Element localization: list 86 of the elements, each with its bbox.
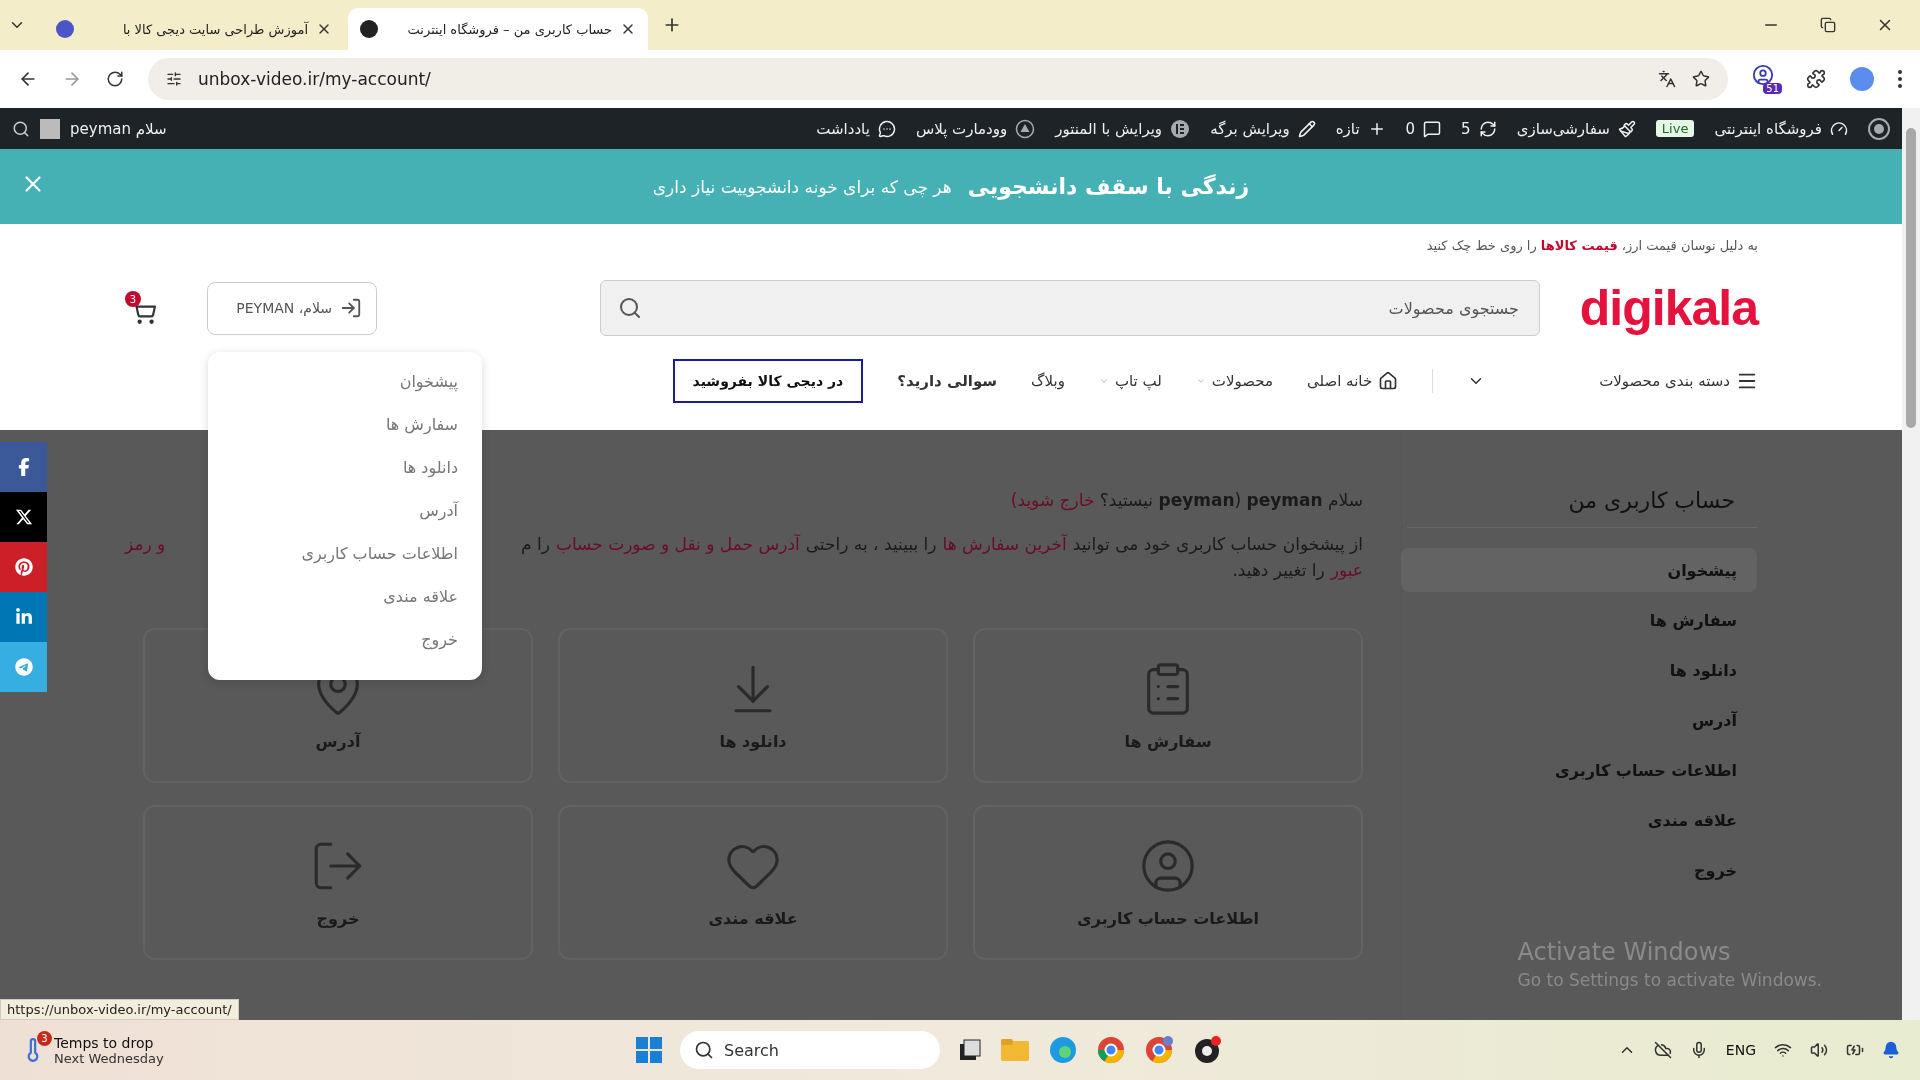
nav-link[interactable]: سوالی دارید؟	[897, 372, 998, 390]
chevron-icon	[1195, 376, 1206, 386]
sidebar-title: حساب کاربری من	[1407, 488, 1757, 528]
dashboard-icon	[1830, 119, 1848, 138]
sell-button[interactable]: در دیجی کالا بفروشید	[672, 359, 864, 403]
language-indicator[interactable]: ENG	[1725, 1042, 1756, 1058]
windows-icon[interactable]	[636, 1037, 662, 1063]
nav-link[interactable]: محصولات	[1195, 372, 1273, 390]
menu-item[interactable]: پیشخوان	[232, 367, 458, 396]
pencil-icon	[1297, 119, 1316, 138]
menu-item[interactable]: اطلاعات حساب کاربری	[232, 539, 458, 568]
scrollbar[interactable]	[1902, 108, 1920, 1020]
profile-icon[interactable]	[1850, 67, 1874, 91]
paragraph-text: را تغییر دهید.	[1232, 560, 1325, 580]
nav-link[interactable]: لپ تاپ	[1098, 372, 1162, 390]
star-icon[interactable]	[1692, 70, 1710, 88]
bell-icon[interactable]	[1882, 1041, 1900, 1059]
pinterest-icon[interactable]	[0, 542, 47, 592]
menu-item[interactable]: علاقه مندی	[232, 582, 458, 611]
avatar-icon	[40, 118, 60, 139]
login-icon	[340, 297, 362, 319]
logo[interactable]: digikala	[1568, 279, 1758, 337]
linkedin-icon[interactable]	[0, 592, 47, 642]
site-icon	[360, 20, 378, 38]
brush-icon	[1617, 119, 1636, 138]
circle-logo-icon[interactable]	[1868, 117, 1890, 140]
chat-icon	[877, 119, 896, 138]
search-field[interactable]: جستجوی محصولات	[600, 280, 1540, 336]
menu-item[interactable]: سفارش ها	[232, 410, 458, 439]
nav-link[interactable]: خانه اصلی	[1306, 371, 1399, 391]
paragraph-text: را م	[521, 534, 550, 554]
browser-tab[interactable]: آموزش طراحی سایت دیجی کالا با	[44, 8, 344, 50]
task-view-icon[interactable]	[958, 1038, 982, 1062]
user-icon	[1139, 837, 1197, 895]
search-icon[interactable]	[12, 119, 30, 138]
admin-bar-item[interactable]: ویرایش برگه	[1210, 119, 1316, 138]
wifi-icon[interactable]	[1774, 1041, 1792, 1059]
browser-icon[interactable]	[1048, 1035, 1078, 1065]
search-field[interactable]: Search	[680, 1031, 940, 1069]
translate-icon[interactable]	[1658, 70, 1676, 88]
banner-text: هر چی که برای خونه دانشجوییت نیاز داری	[652, 176, 952, 197]
menu-icon[interactable]	[1898, 70, 1902, 88]
triangle-circle-icon	[1015, 118, 1036, 139]
paragraph-text: را ببینید ، به راحتی	[805, 534, 937, 554]
cloud-off-icon[interactable]	[1653, 1041, 1672, 1059]
categories-menu[interactable]: دسته بندی محصولات	[1599, 370, 1758, 392]
search-icon	[694, 1040, 714, 1060]
search-icon[interactable]	[618, 296, 642, 320]
weather-widget[interactable]: 3 Temps to drop Next Wednesday	[20, 1034, 164, 1066]
admin-bar-item[interactable]: تازه	[1335, 119, 1386, 138]
notice-text: به دلیل نوسان قیمت ارز، قیمت کالاها را روی خط چک کنید	[1425, 238, 1758, 253]
admin-bar-item[interactable]: وودمارت پلاس	[915, 118, 1036, 139]
admin-bar-item[interactable]: 0	[1405, 119, 1442, 138]
volume-icon[interactable]	[1810, 1041, 1828, 1059]
x-icon[interactable]	[0, 492, 47, 542]
site-settings-icon[interactable]	[166, 71, 182, 87]
paragraph-text: از پیشخوان حساب کاربری خود می توانید	[1072, 534, 1363, 554]
refresh-icon	[1478, 119, 1497, 138]
extensions-icon[interactable]	[1806, 69, 1826, 89]
facebook-icon[interactable]	[0, 442, 47, 492]
admin-greeting[interactable]: سلام peyman	[70, 119, 167, 138]
admin-bar-item[interactable]: ویرایش با المنتور	[1055, 118, 1191, 139]
bars-circle-icon	[1170, 118, 1191, 139]
menu-item[interactable]: خروج	[232, 625, 458, 654]
app-icon[interactable]	[1192, 1035, 1222, 1065]
account-button[interactable]: سلام، PEYMAN	[207, 281, 377, 335]
banner-title: زندگی با سقف دانشجویی	[967, 174, 1250, 199]
status-url: https://unbox-video.ir/my-account/	[0, 999, 239, 1020]
chrome-icon[interactable]	[1096, 1035, 1126, 1065]
home-icon	[1378, 371, 1399, 391]
reload-icon[interactable]	[106, 70, 124, 88]
menu-item[interactable]: دانلود ها	[232, 453, 458, 482]
admin-bar-item[interactable]: 5	[1461, 119, 1497, 138]
admin-bar-item[interactable]: سفارشی‌سازی	[1516, 119, 1636, 138]
site-icon	[56, 20, 74, 38]
admin-bar-item[interactable]: فروشگاه اینترنتی	[1714, 119, 1848, 138]
restore-icon[interactable]	[1820, 16, 1836, 34]
browser-tab[interactable]: حساب کاربری من – فروشگاه اینترنت	[348, 8, 648, 50]
comment-icon	[1423, 119, 1442, 138]
chevron-icon	[1098, 376, 1109, 386]
admin-bar-item[interactable]: یادداشت	[816, 119, 896, 138]
menu-item[interactable]: آدرس	[232, 496, 458, 525]
address-bar[interactable]: unbox-video.ir/my-account/	[148, 58, 1728, 100]
nav-link[interactable]: وبلاگ	[1031, 372, 1065, 390]
chrome-icon[interactable]	[1144, 1035, 1174, 1065]
live-badge: Live	[1655, 120, 1695, 137]
